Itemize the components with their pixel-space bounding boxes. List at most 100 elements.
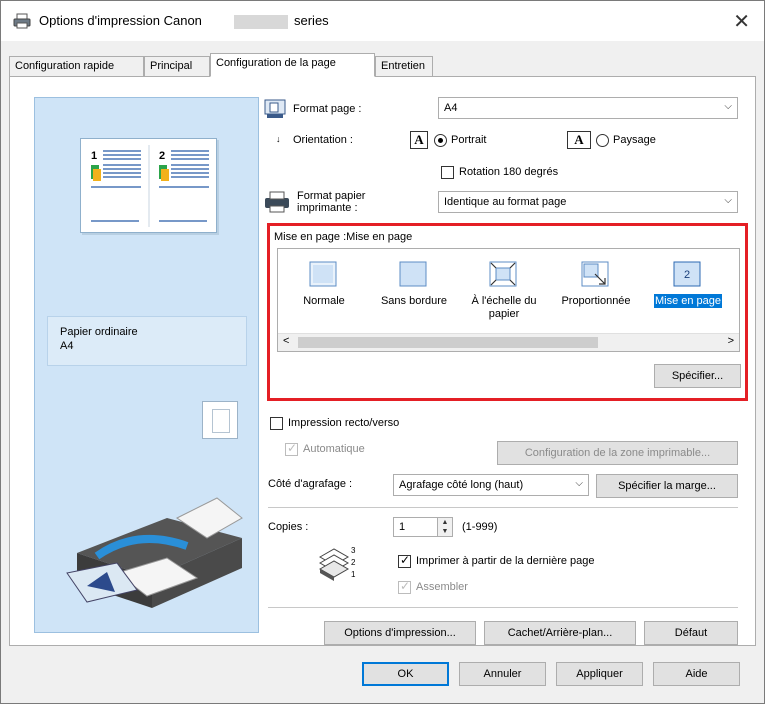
tab-page-setup[interactable]: Configuration de la page	[210, 53, 375, 77]
layout-borderless-item[interactable]: Sans bordure	[370, 255, 458, 333]
printable-area-setup-button[interactable]: Configuration de la zone imprimable...	[497, 441, 738, 465]
scroll-left-arrow[interactable]: <	[283, 335, 289, 347]
fit-to-page-layout-icon	[489, 261, 517, 287]
layout-fit-to-page-label: À l'échelle du papier	[471, 295, 537, 320]
landscape-icon: A	[567, 131, 591, 149]
printer-paper-size-label-line1: Format papier	[297, 190, 366, 202]
title-bar: Options d'impression Canon series ✕	[1, 1, 764, 41]
printer-paper-size-label: Format papier imprimante :	[297, 190, 365, 214]
orientation-label: Orientation :	[293, 134, 353, 146]
printer-illustration-icon	[66, 497, 243, 608]
settings-preview: 1 2 Papier ordinaire A4	[34, 97, 259, 633]
chevron-down-icon: ⌵	[575, 478, 583, 489]
print-options-dialog: Options d'impression Canon series ✕ Conf…	[0, 0, 765, 704]
copies-range: (1-999)	[462, 521, 498, 533]
automatic-duplex-checkbox[interactable]	[285, 441, 298, 456]
apply-button[interactable]: Appliquer	[556, 662, 643, 686]
layout-normal-item[interactable]: Normale	[280, 255, 368, 333]
svg-text:2: 2	[159, 150, 165, 162]
chevron-down-icon: ⌵	[724, 101, 732, 112]
automatic-duplex-label: Automatique	[303, 443, 365, 455]
portrait-label: Portrait	[451, 134, 487, 146]
page-layout-group: Mise en page :Mise en page Normale Sans …	[267, 223, 748, 401]
two-up-preview-icon: 1 2	[91, 145, 209, 227]
print-from-last-page-checkbox[interactable]	[398, 553, 411, 568]
scrollbar-thumb[interactable]	[298, 337, 598, 348]
stapling-side-value: Agrafage côté long (haut)	[399, 479, 524, 491]
svg-text:1: 1	[91, 150, 97, 162]
bullet-icon: ↓	[276, 134, 281, 144]
page-setup-panel: 1 2 Papier ordinaire A4 Format page: A4…	[9, 76, 756, 646]
print-from-last-page-label: Imprimer à partir de la dernière page	[416, 555, 595, 567]
printer-paper-icon	[265, 191, 289, 213]
stamp-background-button[interactable]: Cachet/Arrière-plan...	[484, 621, 636, 645]
printer-paper-size-select[interactable]: Identique au format page ⌵	[438, 191, 738, 213]
stapling-side-select[interactable]: Agrafage côté long (haut) ⌵	[393, 474, 589, 496]
rotate-180-label: Rotation 180 degrés	[459, 166, 559, 178]
page-size-select[interactable]: A4 ⌵	[438, 97, 738, 119]
cancel-button[interactable]: Annuler	[459, 662, 546, 686]
chevron-down-icon: ⌵	[724, 195, 732, 206]
landscape-label: Paysage	[613, 134, 656, 146]
copies-value: 1	[399, 521, 406, 533]
portrait-radio[interactable]	[434, 134, 447, 147]
duplex-checkbox[interactable]	[270, 417, 283, 430]
printer-paper-size-label-line2: imprimante :	[297, 202, 358, 214]
window-title-suffix: series	[294, 13, 329, 28]
rotate-180-checkbox[interactable]	[441, 166, 454, 179]
copies-label: Copies :	[268, 521, 309, 533]
layout-preview-sheet: 1 2	[80, 138, 217, 233]
copies-spinner[interactable]: 1 ▲ ▼	[393, 517, 453, 537]
borderless-layout-icon	[399, 261, 427, 287]
layout-page-layout-label: Mise en page	[653, 294, 723, 308]
paper-type-text: Papier ordinaire	[60, 326, 138, 338]
help-button[interactable]: Aide	[653, 662, 740, 686]
close-button[interactable]: ✕	[733, 9, 750, 34]
layout-scaled-item[interactable]: Proportionnée	[552, 255, 640, 333]
defaults-button[interactable]: Défaut	[644, 621, 738, 645]
layout-borderless-label: Sans bordure	[380, 295, 448, 307]
spinner-arrows-icon[interactable]: ▲ ▼	[437, 518, 452, 536]
svg-text:3: 3	[351, 546, 356, 555]
paper-size-text: A4	[60, 340, 74, 352]
layout-normal-label: Normale	[303, 295, 345, 307]
svg-text:1: 1	[351, 570, 356, 579]
output-page-icon	[202, 401, 238, 439]
paper-info-box: Papier ordinaire A4	[47, 316, 247, 366]
tab-main[interactable]: Principal	[144, 56, 210, 77]
page-size-label: Format page :	[293, 103, 362, 115]
printer-paper-size-value: Identique au format page	[444, 196, 567, 208]
portrait-icon: A	[410, 131, 428, 149]
print-options-button[interactable]: Options d'impression...	[324, 621, 476, 645]
scaled-layout-icon	[581, 261, 609, 287]
landscape-radio[interactable]	[596, 134, 609, 147]
page-size-icon	[264, 99, 286, 118]
page-layout-label: Mise en page :Mise en page	[274, 231, 413, 243]
svg-text:2: 2	[351, 558, 356, 567]
specify-layout-button[interactable]: Spécifier...	[654, 364, 741, 388]
layout-fit-to-page-item[interactable]: À l'échelle du papier	[460, 255, 548, 333]
svg-text:2: 2	[684, 269, 690, 281]
scroll-right-arrow[interactable]: >	[728, 335, 734, 347]
window-title: Options d'impression Canon	[39, 13, 202, 28]
layout-page-layout-item[interactable]: 2 Mise en page	[644, 255, 732, 333]
layout-scaled-label: Proportionnée	[561, 295, 631, 307]
redacted-model-name	[234, 15, 288, 29]
layout-horizontal-scrollbar[interactable]: < >	[278, 333, 739, 351]
page-layout-list[interactable]: Normale Sans bordure À l'échelle du papie…	[277, 248, 740, 352]
printer-icon	[13, 13, 31, 29]
duplex-label: Impression recto/verso	[288, 417, 400, 429]
divider	[268, 507, 738, 508]
specify-margin-button[interactable]: Spécifier la marge...	[596, 474, 738, 498]
copies-stack-icon: 3 2 1	[318, 546, 356, 581]
normal-layout-icon	[309, 261, 337, 287]
collate-checkbox[interactable]	[398, 579, 411, 594]
tab-maintenance[interactable]: Entretien	[375, 56, 433, 77]
stapling-side-label: Côté d'agrafage :	[268, 478, 353, 490]
ok-button[interactable]: OK	[362, 662, 449, 686]
tab-quick-setup[interactable]: Configuration rapide	[9, 56, 144, 77]
page-size-value: A4	[444, 102, 458, 114]
page-layout-icon: 2	[673, 261, 701, 287]
collate-label: Assembler	[416, 581, 468, 593]
divider	[268, 607, 738, 608]
